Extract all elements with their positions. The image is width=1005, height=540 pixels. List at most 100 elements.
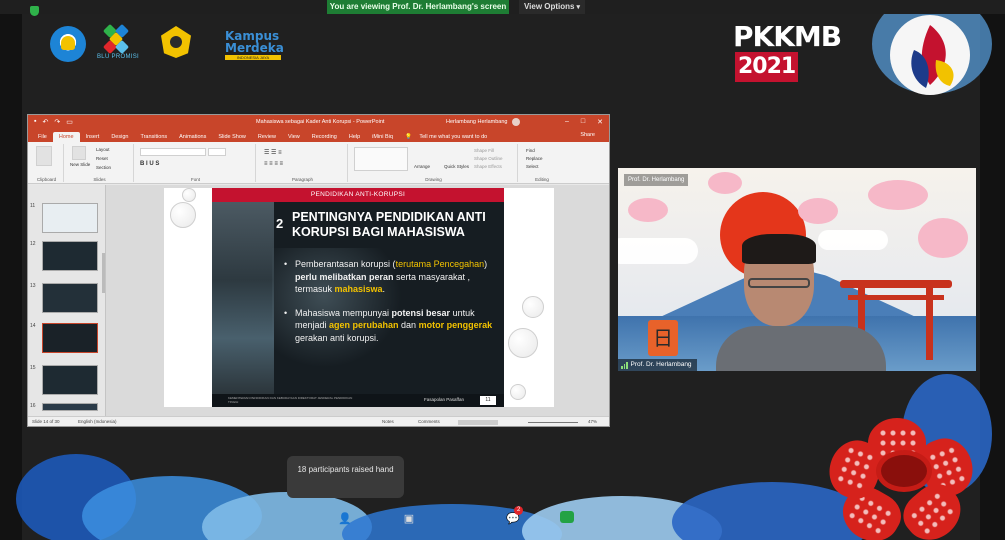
- view-buttons[interactable]: [458, 420, 498, 425]
- thumb-image: [42, 203, 98, 233]
- tab-insert[interactable]: Insert: [80, 132, 106, 142]
- participants-icon[interactable]: 👤: [338, 512, 352, 525]
- chevron-down-icon: ▾: [576, 4, 581, 11]
- chat-badge: 2: [514, 506, 524, 515]
- layout-button[interactable]: Layout: [96, 147, 110, 152]
- bullets-button[interactable]: ☰ ☰ ≡: [264, 149, 282, 156]
- shapes-gallery[interactable]: [354, 147, 408, 171]
- view-options-label: View Options: [523, 2, 575, 11]
- slide-thumbnail[interactable]: 13: [30, 283, 102, 315]
- select-button[interactable]: Select: [526, 164, 539, 169]
- participant-name-label: Prof. Dr. Herlambang: [618, 359, 697, 371]
- left-margin: [0, 0, 22, 540]
- zoom-level[interactable]: 47%: [588, 419, 597, 424]
- raised-hand-notification: 18 participants raised hand: [287, 456, 404, 498]
- close-icon[interactable]: ✕: [597, 118, 603, 126]
- share-screen-green-icon[interactable]: [560, 511, 574, 523]
- ppt-status-bar: Slide 14 of 30 English (Indonesia) Notes…: [28, 416, 609, 426]
- thumb-image: [42, 283, 98, 313]
- connection-signal-icon: [621, 361, 628, 369]
- tell-me-search[interactable]: 💡 Tell me what you want to do: [399, 132, 499, 142]
- viewing-screen-banner: You are viewing Prof. Dr. Herlambang's s…: [327, 0, 509, 14]
- participant-name-overlay: Prof. Dr. Herlambang: [624, 174, 689, 186]
- group-label: Slides: [93, 177, 106, 182]
- tab-recording[interactable]: Recording: [306, 132, 343, 142]
- quick-styles-button[interactable]: Quick Styles: [444, 164, 469, 169]
- speaker-video-tile[interactable]: 日 Prof. Dr. Herlambang Prof. Dr. Herlamb…: [618, 168, 976, 371]
- tab-slide-show[interactable]: Slide Show: [212, 132, 252, 142]
- tab-animations[interactable]: Animations: [173, 132, 212, 142]
- ribbon-group-paragraph: ☰ ☰ ≡ ≡ ≡ ≡ ≡ Paragraph: [258, 144, 348, 182]
- undo-icon[interactable]: ↶: [42, 118, 48, 126]
- align-buttons[interactable]: ≡ ≡ ≡ ≡: [264, 161, 283, 167]
- zoom-bottom-toolbar: 👤 ▣ 💬 2: [22, 506, 980, 540]
- avatar[interactable]: [512, 118, 520, 126]
- slide-section-number: 2: [276, 216, 284, 231]
- section-button[interactable]: Section: [96, 165, 111, 170]
- redo-icon[interactable]: ↷: [54, 118, 60, 126]
- speaker-person: [716, 234, 886, 371]
- tab-home[interactable]: Home: [52, 132, 80, 142]
- blossom-decoration: [868, 180, 928, 210]
- ppt-workspace: 11 12 13 14 15 16 PENDIDIKAN ANTI-KORUPS…: [28, 185, 609, 418]
- tab-review[interactable]: Review: [252, 132, 282, 142]
- arrange-button[interactable]: Arrange: [414, 164, 430, 169]
- shape-outline-button[interactable]: Shape Outline: [474, 156, 503, 161]
- replace-button[interactable]: Replace: [526, 156, 543, 161]
- font-name-select[interactable]: [140, 148, 206, 156]
- blossom-decoration: [708, 172, 742, 194]
- bubble-decoration: [510, 384, 526, 400]
- shape-effects-button[interactable]: Shape Effects: [474, 164, 502, 169]
- security-shield-icon[interactable]: [30, 6, 39, 16]
- tab-view[interactable]: View: [282, 132, 306, 142]
- reset-button[interactable]: Reset: [96, 156, 108, 161]
- thumb-number: 12: [30, 241, 36, 247]
- tab-design[interactable]: Design: [105, 132, 134, 142]
- powerpoint-window[interactable]: ▪ ↶ ↷ ▭ Mahasiswa sebagai Kader Anti Korups…: [27, 114, 610, 427]
- slide-bullets: Pemberantasan korupsi (terutama Pencegah…: [284, 258, 499, 355]
- save-icon[interactable]: ▪: [34, 118, 36, 126]
- slide-thumbnail[interactable]: 12: [30, 241, 102, 273]
- group-label: Clipboard: [36, 177, 57, 182]
- share-button[interactable]: Share: [574, 130, 601, 140]
- maximize-icon[interactable]: □: [581, 118, 585, 126]
- minimize-icon[interactable]: –: [565, 118, 569, 126]
- notes-button[interactable]: Notes: [382, 419, 394, 424]
- blossom-decoration: [628, 198, 668, 222]
- slide-footer: KEMENTERIAN PENDIDIKAN DAN KEBUDAYAAN DI…: [212, 394, 504, 407]
- bold-button[interactable]: B I U S: [140, 161, 159, 167]
- status-language[interactable]: English (Indonesia): [78, 419, 117, 424]
- tab-transitions[interactable]: Transitions: [134, 132, 173, 142]
- current-slide[interactable]: PENDIDIKAN ANTI-KORUPSI 2 PENTINGNYA PEN…: [164, 188, 554, 407]
- font-size-select[interactable]: [208, 148, 226, 156]
- share-screen-icon[interactable]: ▣: [402, 512, 416, 525]
- status-slide-count: Slide 14 of 30: [32, 419, 60, 424]
- bubble-decoration: [508, 328, 538, 358]
- new-slide-button[interactable]: [72, 146, 86, 160]
- shape-fill-button[interactable]: Shape Fill: [474, 148, 494, 153]
- slide-editing-canvas[interactable]: PENDIDIKAN ANTI-KORUPSI 2 PENTINGNYA PEN…: [106, 185, 609, 418]
- paste-button[interactable]: [36, 146, 52, 166]
- tab-file[interactable]: File: [32, 132, 53, 142]
- slide-thumbnail-pane[interactable]: 11 12 13 14 15 16: [28, 185, 106, 418]
- slide-thumbnail[interactable]: 11: [30, 203, 102, 235]
- participant-name: Prof. Dr. Herlambang: [630, 361, 692, 368]
- kanji-sign: 日: [648, 320, 678, 356]
- thumbnail-scrollbar[interactable]: [102, 253, 105, 293]
- ppt-ribbon: Clipboard New Slide Layout Reset Section…: [28, 142, 609, 184]
- tab-imini[interactable]: iMini Biq: [366, 132, 399, 142]
- bubble-decoration: [182, 188, 196, 202]
- comments-button[interactable]: Comments: [418, 419, 440, 424]
- view-options-button[interactable]: View Options ▾: [519, 0, 585, 14]
- ppt-title-bar: ▪ ↶ ↷ ▭ Mahasiswa sebagai Kader Anti Korups…: [28, 115, 609, 129]
- slide-banner: PENDIDIKAN ANTI-KORUPSI: [212, 188, 504, 202]
- tab-help[interactable]: Help: [343, 132, 366, 142]
- slide-thumbnail-selected[interactable]: 14: [30, 323, 102, 355]
- find-button[interactable]: Find: [526, 148, 535, 153]
- present-icon[interactable]: ▭: [66, 118, 73, 126]
- group-label: Paragraph: [291, 177, 313, 182]
- zoom-slider[interactable]: [528, 422, 578, 423]
- bullet-item: Mahasiswa mempunyai potensi besar untuk …: [284, 307, 499, 345]
- slide-thumbnail[interactable]: 15: [30, 365, 102, 397]
- thumb-image: [42, 323, 98, 353]
